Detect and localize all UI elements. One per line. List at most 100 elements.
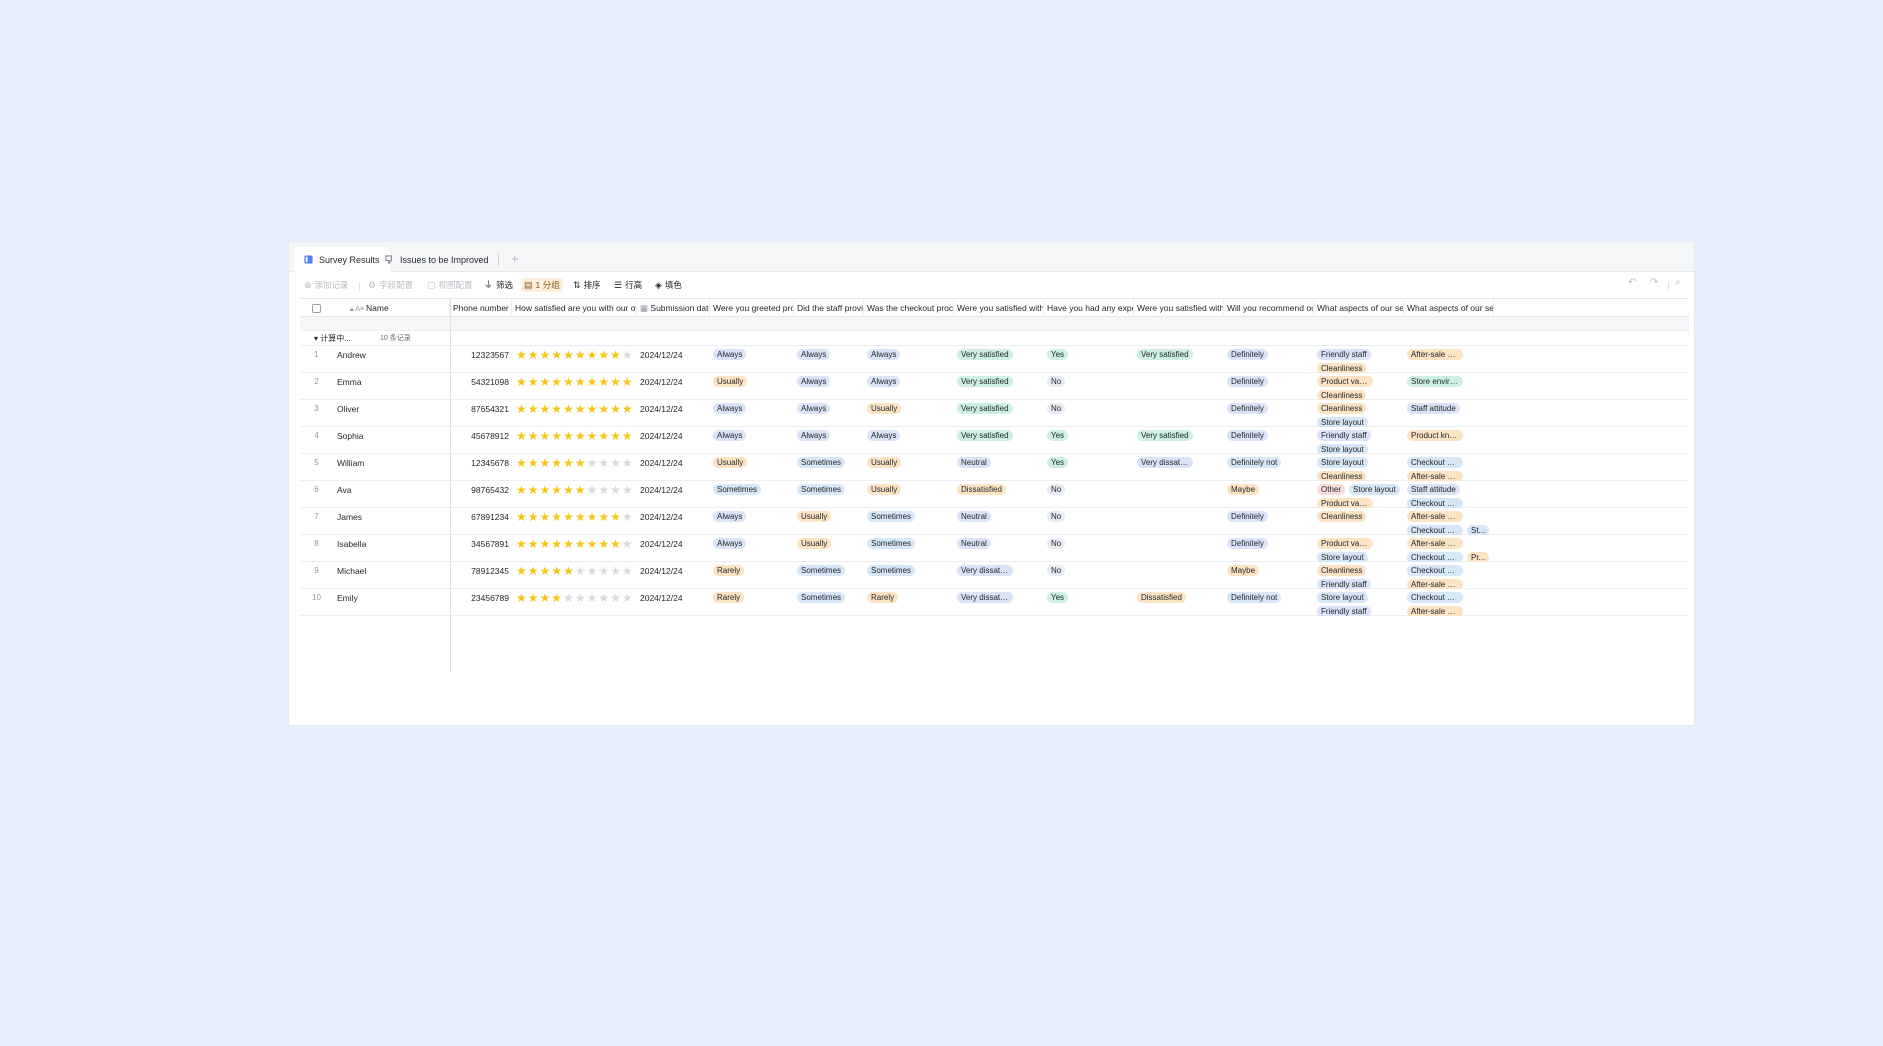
column-header-date[interactable]: ▦ Submission date [637,299,710,317]
star-empty-icon[interactable]: ★ [598,592,609,616]
star-filled-icon[interactable]: ★ [610,376,621,400]
add-record-button[interactable]: ⊕ 添加记录 [301,278,352,292]
rating-cell[interactable]: ★ ★ ★ ★ ★ ★ ★ ★ ★ ★ [516,589,636,616]
table-row[interactable]: 10 Emily 23456789 ★ ★ ★ ★ ★ ★ ★ ★ ★ ★ 2024/12/24 Rarel… [300,589,1689,616]
option-cell-q6[interactable] [1134,562,1224,589]
option-cell-q3[interactable]: Usually [864,454,954,481]
star-filled-icon[interactable]: ★ [516,457,527,481]
star-filled-icon[interactable]: ★ [563,565,574,589]
star-filled-icon[interactable]: ★ [610,430,621,454]
option-cell-q6[interactable]: Very dissatisfied [1134,454,1224,481]
star-filled-icon[interactable]: ★ [540,565,551,589]
star-empty-icon[interactable]: ★ [610,592,621,616]
option-cell-q4[interactable]: Very satisfied [954,427,1044,454]
column-header-rating[interactable]: How satisfied are you with our over... [512,299,637,317]
option-cell-q1[interactable]: Sometimes [710,481,794,508]
option-cell-q8[interactable]: Store layout Cleanliness [1314,454,1404,481]
column-header-q7[interactable]: Will you recommend our... [1224,299,1314,317]
column-header-q9[interactable]: What aspects of our ser... [1404,299,1494,317]
star-filled-icon[interactable]: ★ [575,538,586,562]
option-cell-q8[interactable]: Other Store layout Product variety [1314,481,1404,508]
group-header[interactable]: ▾ 计算中... 10 条记录 [300,331,1689,346]
star-filled-icon[interactable]: ★ [528,538,539,562]
star-filled-icon[interactable]: ★ [528,403,539,427]
option-cell-q5[interactable]: Yes [1044,589,1134,616]
option-cell-q5[interactable]: No [1044,508,1134,535]
option-cell-q4[interactable]: Neutral [954,508,1044,535]
option-cell-q8[interactable]: Cleanliness Friendly staff [1314,562,1404,589]
phone-cell[interactable]: 54321098 [450,373,512,400]
option-cell-q3[interactable]: Always [864,427,954,454]
star-empty-icon[interactable]: ★ [622,511,633,535]
star-filled-icon[interactable]: ★ [528,349,539,373]
option-cell-q2[interactable]: Sometimes [794,589,864,616]
column-header-q3[interactable]: Was the checkout proce... [864,299,954,317]
option-cell-q6[interactable] [1134,400,1224,427]
phone-cell[interactable]: 98765432 [450,481,512,508]
option-cell-q9[interactable]: Checkout speed After-sale service [1404,454,1494,481]
star-empty-icon[interactable]: ★ [587,592,598,616]
option-cell-q3[interactable]: Usually [864,481,954,508]
option-cell-q3[interactable]: Always [864,346,954,373]
star-empty-icon[interactable]: ★ [575,565,586,589]
star-filled-icon[interactable]: ★ [563,376,574,400]
date-cell[interactable]: 2024/12/24 [637,427,710,454]
option-cell-q7[interactable]: Definitely [1224,535,1314,562]
star-empty-icon[interactable]: ★ [622,349,633,373]
star-filled-icon[interactable]: ★ [540,511,551,535]
date-cell[interactable]: 2024/12/24 [637,373,710,400]
star-filled-icon[interactable]: ★ [610,349,621,373]
star-filled-icon[interactable]: ★ [516,538,527,562]
star-filled-icon[interactable]: ★ [587,349,598,373]
option-cell-q1[interactable]: Always [710,535,794,562]
redo-icon[interactable]: ↷ [1650,277,1658,288]
option-cell-q2[interactable]: Usually [794,508,864,535]
phone-cell[interactable]: 23456789 [450,589,512,616]
star-filled-icon[interactable]: ★ [622,430,633,454]
date-cell[interactable]: 2024/12/24 [637,589,710,616]
column-header-phone[interactable]: Phone number [450,299,512,317]
star-filled-icon[interactable]: ★ [516,349,527,373]
star-filled-icon[interactable]: ★ [598,430,609,454]
star-empty-icon[interactable]: ★ [598,565,609,589]
option-cell-q5[interactable]: No [1044,481,1134,508]
option-cell-q4[interactable]: Neutral [954,454,1044,481]
rating-cell[interactable]: ★ ★ ★ ★ ★ ★ ★ ★ ★ ★ [516,562,636,589]
star-filled-icon[interactable]: ★ [528,484,539,508]
option-cell-q4[interactable]: Very dissatisfied [954,589,1044,616]
option-cell-q9[interactable]: After-sale service Checkout speed Pr... [1404,535,1494,562]
star-filled-icon[interactable]: ★ [563,538,574,562]
star-filled-icon[interactable]: ★ [551,484,562,508]
sort-button[interactable]: ⇅ 排序 [570,278,604,292]
star-filled-icon[interactable]: ★ [598,349,609,373]
star-empty-icon[interactable]: ★ [575,592,586,616]
option-cell-q1[interactable]: Always [710,346,794,373]
option-cell-q9[interactable]: Staff attitude Checkout speed [1404,481,1494,508]
name-cell[interactable]: Ava [333,481,450,508]
star-empty-icon[interactable]: ★ [587,484,598,508]
option-cell-q7[interactable]: Maybe [1224,481,1314,508]
option-cell-q5[interactable]: No [1044,400,1134,427]
name-cell[interactable]: Sophia [333,427,450,454]
option-cell-q7[interactable]: Definitely [1224,400,1314,427]
star-filled-icon[interactable]: ★ [575,511,586,535]
option-cell-q1[interactable]: Usually [710,454,794,481]
add-tab-button[interactable]: + [511,251,519,266]
star-filled-icon[interactable]: ★ [551,403,562,427]
star-empty-icon[interactable]: ★ [598,484,609,508]
option-cell-q8[interactable]: Cleanliness [1314,508,1404,535]
star-filled-icon[interactable]: ★ [540,484,551,508]
star-filled-icon[interactable]: ★ [575,403,586,427]
option-cell-q9[interactable]: Checkout speed After-sale service [1404,562,1494,589]
name-cell[interactable]: Emily [333,589,450,616]
view-config-button[interactable]: ▢ 视图配置 [424,278,476,292]
table-row[interactable]: 3 Oliver 87654321 ★ ★ ★ ★ ★ ★ ★ ★ ★ ★ 2024/12/24 Alway… [300,400,1689,427]
phone-cell[interactable]: 12345678 [450,454,512,481]
option-cell-q7[interactable]: Definitely [1224,508,1314,535]
star-filled-icon[interactable]: ★ [516,403,527,427]
option-cell-q3[interactable]: Always [864,373,954,400]
star-filled-icon[interactable]: ★ [540,592,551,616]
option-cell-q1[interactable]: Always [710,427,794,454]
table-row[interactable]: 7 James 67891234 ★ ★ ★ ★ ★ ★ ★ ★ ★ ★ 2024/12/24 Always… [300,508,1689,535]
star-empty-icon[interactable]: ★ [610,565,621,589]
